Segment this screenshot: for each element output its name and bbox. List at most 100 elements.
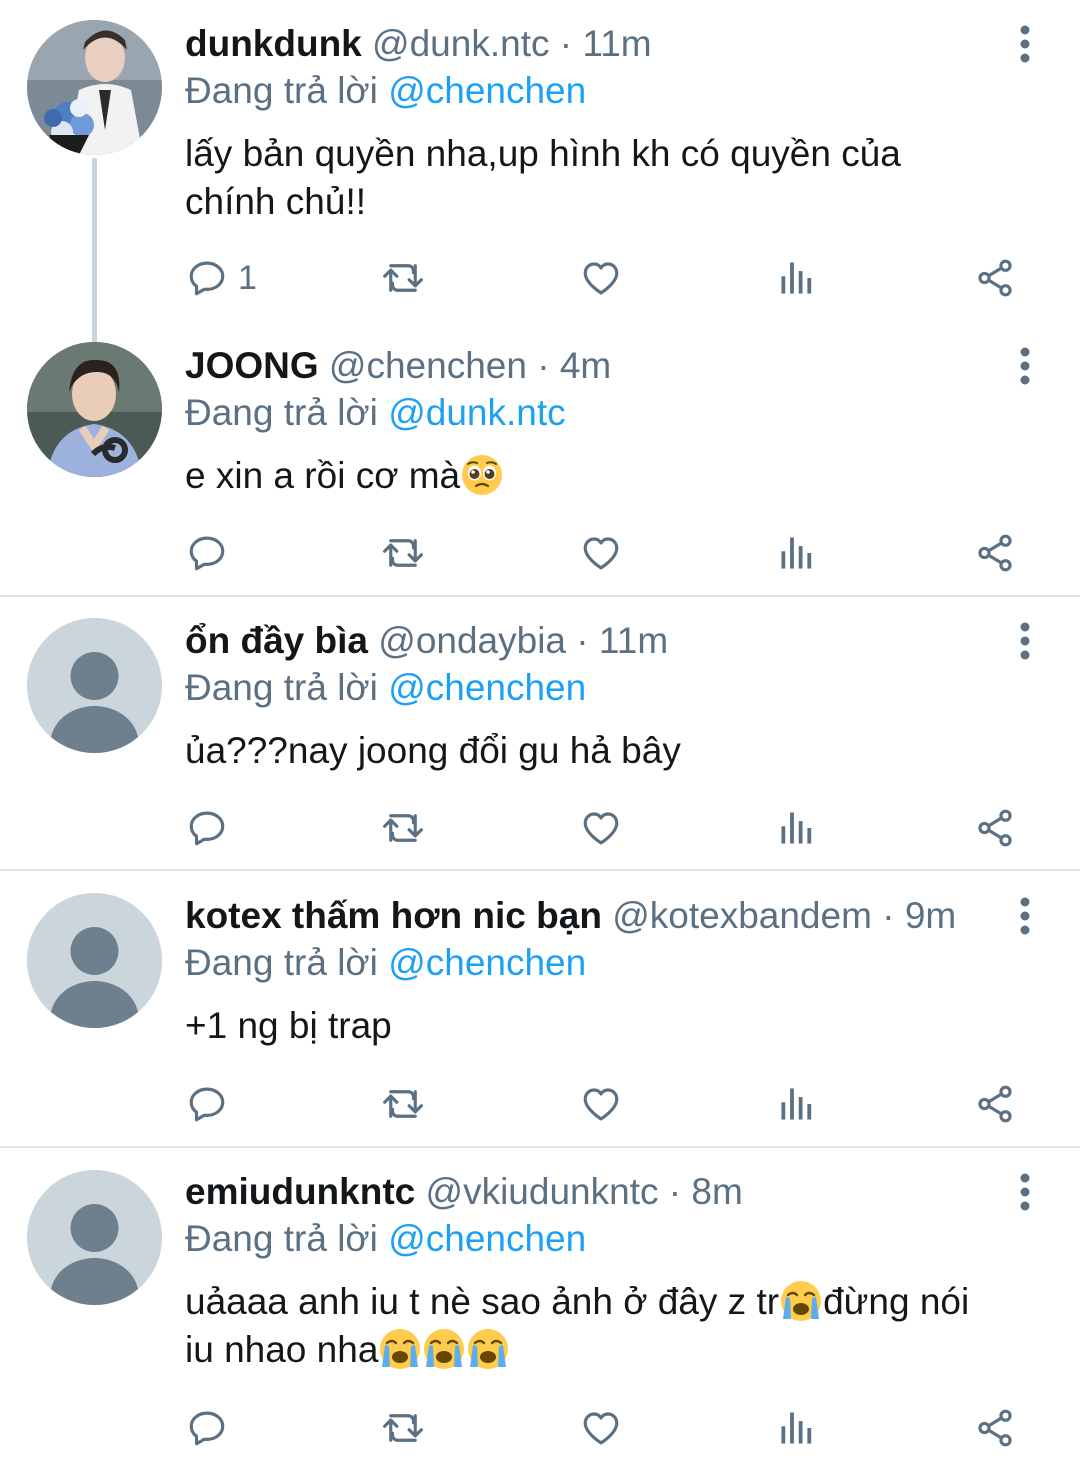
tweet-text-part: e xin a rồi cơ mà — [185, 455, 461, 496]
like-button[interactable] — [580, 1400, 622, 1456]
tweet-header: JOONG @chenchen · 4m — [185, 340, 611, 392]
more-options-icon[interactable] — [1008, 893, 1042, 939]
reply-button[interactable]: 1 — [186, 250, 257, 306]
timestamp[interactable]: 9m — [905, 895, 956, 936]
timestamp[interactable]: 11m — [582, 23, 651, 64]
avatar[interactable] — [27, 618, 162, 753]
retweet-icon — [380, 257, 426, 299]
user-handle[interactable]: @ondaybia — [378, 620, 566, 661]
reply-feed: dunkdunk @dunk.ntc · 11m Đang trả lời @ch… — [0, 0, 1080, 1474]
analytics-button[interactable] — [778, 250, 816, 306]
avatar[interactable] — [27, 342, 162, 477]
tweet-header: dunkdunk @dunk.ntc · 11m — [185, 18, 652, 70]
share-button[interactable] — [974, 1400, 1016, 1456]
reply-button[interactable] — [186, 800, 228, 856]
mention-link[interactable]: @chenchen — [388, 942, 586, 983]
tweet-text: e xin a rồi cơ mà — [185, 452, 985, 500]
tweet-text: ủa???nay joong đổi gu hả bây — [185, 727, 985, 775]
replying-prefix: Đang trả lời — [185, 70, 378, 111]
loudly-crying-face-emoji — [422, 1327, 466, 1371]
more-options-icon[interactable] — [1008, 618, 1042, 664]
share-icon — [974, 532, 1016, 574]
timestamp[interactable]: 8m — [691, 1171, 742, 1212]
user-handle[interactable]: @kotexbandem — [612, 895, 872, 936]
display-name[interactable]: kotex thấm hơn nic bạn — [185, 895, 602, 936]
dot-separator: · — [549, 23, 583, 64]
tweet-divider — [0, 595, 1080, 597]
retweet-icon — [380, 807, 426, 849]
analytics-button[interactable] — [778, 1076, 816, 1132]
replying-prefix: Đang trả lời — [185, 667, 378, 708]
tweet-actions — [0, 1400, 1080, 1456]
user-handle[interactable]: @vkiudunkntc — [426, 1171, 659, 1212]
reply-button[interactable] — [186, 1076, 228, 1132]
user-handle[interactable]: @dunk.ntc — [372, 23, 549, 64]
tweet-actions — [0, 1076, 1080, 1132]
replying-prefix: Đang trả lời — [185, 1218, 378, 1259]
loudly-crying-face-emoji — [779, 1279, 823, 1323]
display-name[interactable]: ổn đầy bìa — [185, 620, 368, 661]
reply-button[interactable] — [186, 1400, 228, 1456]
share-button[interactable] — [974, 800, 1016, 856]
tweet-text: +1 ng bị trap — [185, 1002, 985, 1050]
display-name[interactable]: emiudunkntc — [185, 1171, 415, 1212]
avatar[interactable] — [27, 1170, 162, 1305]
more-options-icon[interactable] — [1008, 1169, 1042, 1215]
retweet-button[interactable] — [380, 1400, 426, 1456]
replying-to: Đang trả lời @chenchen — [185, 937, 586, 989]
dot-separator: · — [658, 1171, 692, 1212]
replying-to: Đang trả lời @chenchen — [185, 65, 586, 117]
user-handle[interactable]: @chenchen — [329, 345, 527, 386]
analytics-button[interactable] — [778, 1400, 816, 1456]
like-button[interactable] — [580, 250, 622, 306]
tweet-text-part: lấy bản quyền nha,up hình kh có quyền củ… — [185, 133, 901, 222]
reply-button[interactable] — [186, 525, 228, 581]
timestamp[interactable]: 4m — [560, 345, 611, 386]
mention-link[interactable]: @chenchen — [388, 70, 586, 111]
mention-link[interactable]: @chenchen — [388, 1218, 586, 1259]
reply-icon — [186, 532, 228, 574]
retweet-button[interactable] — [380, 525, 426, 581]
tweet-actions — [0, 800, 1080, 856]
retweet-icon — [380, 1407, 426, 1449]
tweet-text-part: uảaaa anh iu t nè sao ảnh ở đây z tr — [185, 1281, 780, 1322]
timestamp[interactable]: 11m — [599, 620, 668, 661]
replying-prefix: Đang trả lời — [185, 942, 378, 983]
reply-icon — [186, 257, 228, 299]
display-name[interactable]: dunkdunk — [185, 23, 362, 64]
like-button[interactable] — [580, 1076, 622, 1132]
reply-icon — [186, 807, 228, 849]
retweet-button[interactable] — [380, 250, 426, 306]
like-button[interactable] — [580, 800, 622, 856]
mention-link[interactable]: @dunk.ntc — [388, 392, 565, 433]
replying-to: Đang trả lời @chenchen — [185, 1213, 586, 1265]
display-name[interactable]: JOONG — [185, 345, 319, 386]
tweet-text: uảaaa anh iu t nè sao ảnh ở đây z tr đừng… — [185, 1278, 985, 1374]
tweet-actions: 1 — [0, 250, 1080, 306]
like-button[interactable] — [580, 525, 622, 581]
share-icon — [974, 807, 1016, 849]
mention-link[interactable]: @chenchen — [388, 667, 586, 708]
analytics-icon — [778, 257, 816, 299]
share-button[interactable] — [974, 1076, 1016, 1132]
retweet-icon — [380, 1083, 426, 1125]
analytics-button[interactable] — [778, 525, 816, 581]
share-button[interactable] — [974, 250, 1016, 306]
tweet-header: kotex thấm hơn nic bạn @kotexbandem · 9m — [185, 890, 956, 942]
reply-count: 1 — [238, 258, 257, 297]
retweet-button[interactable] — [380, 800, 426, 856]
share-button[interactable] — [974, 525, 1016, 581]
tweet-text: lấy bản quyền nha,up hình kh có quyền củ… — [185, 130, 985, 226]
retweet-icon — [380, 532, 426, 574]
analytics-icon — [778, 1407, 816, 1449]
tweet-actions — [0, 525, 1080, 581]
analytics-button[interactable] — [778, 800, 816, 856]
replying-prefix: Đang trả lời — [185, 392, 378, 433]
more-options-icon[interactable] — [1008, 343, 1042, 389]
retweet-button[interactable] — [380, 1076, 426, 1132]
share-icon — [974, 1407, 1016, 1449]
loudly-crying-face-emoji — [466, 1327, 510, 1371]
more-options-icon[interactable] — [1008, 21, 1042, 67]
avatar[interactable] — [27, 893, 162, 1028]
avatar[interactable] — [27, 20, 162, 155]
